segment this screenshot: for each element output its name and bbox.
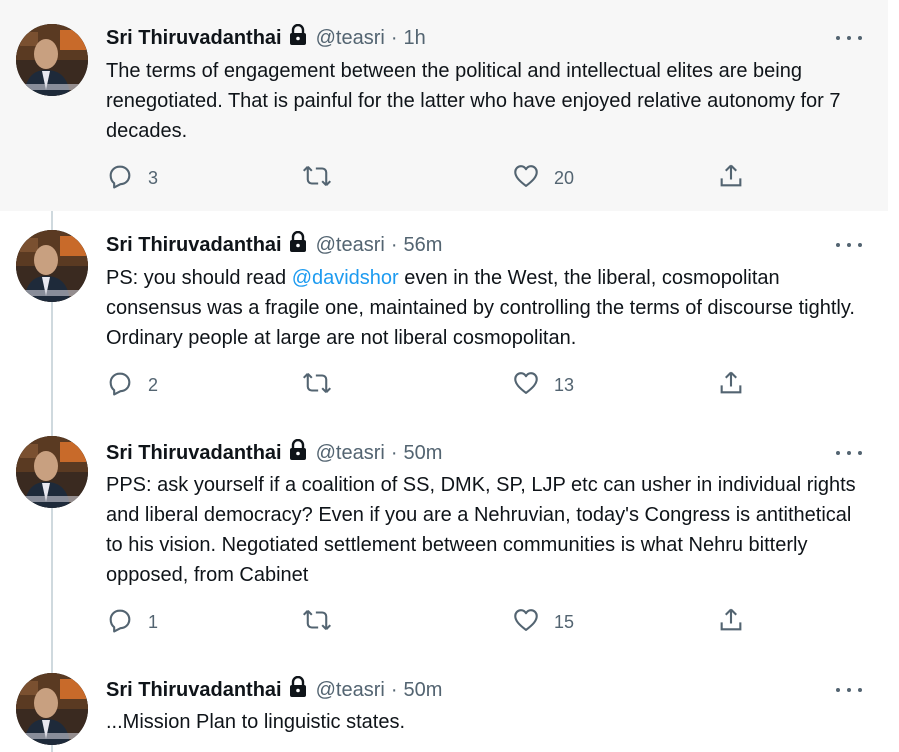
action-bar: 3 20 [106,163,756,193]
tweet[interactable]: Sri Thiruvadanthai @teasri · 50m ...Miss… [0,657,888,752]
separator: · [390,26,398,49]
reply-icon [106,606,134,639]
heart-icon [512,369,540,402]
tweet-text: The terms of engagement between the poli… [106,60,841,142]
tweet-text: PPS: ask yourself if a coalition of SS, … [106,474,856,586]
like-button[interactable]: 15 [512,607,574,637]
retweet-button[interactable] [302,370,332,400]
reply-count: 2 [148,374,159,395]
action-bar: 1 15 [106,607,756,637]
like-count: 13 [554,374,575,395]
tweet[interactable]: Sri Thiruvadanthai @teasri · 50m PPS: as… [0,419,888,657]
reply-icon [106,162,134,195]
timestamp[interactable]: 56m [403,234,442,257]
author-handle[interactable]: @teasri [316,27,385,50]
tweet-header: Sri Thiruvadanthai @teasri · 50m [106,675,442,704]
author-handle[interactable]: @teasri [316,234,385,257]
timestamp[interactable]: 1h [403,27,425,50]
author-name[interactable]: Sri Thiruvadanthai [106,27,282,50]
avatar[interactable] [16,436,88,508]
separator: · [390,233,398,256]
tweet-text-part: PS: you should read [106,267,292,289]
like-button[interactable]: 13 [512,370,574,400]
tweet-text: ...Mission Plan to linguistic states. [106,711,406,733]
share-icon [717,162,745,195]
reply-button[interactable]: 1 [106,607,158,637]
timestamp[interactable]: 50m [403,442,442,465]
tweet-header: Sri Thiruvadanthai @teasri · 50m [106,438,442,467]
lock-icon [288,438,308,467]
share-button[interactable] [717,607,745,637]
tweet[interactable]: Sri Thiruvadanthai @teasri · 1h The term… [0,0,888,211]
retweet-button[interactable] [302,163,332,193]
tweet[interactable]: Sri Thiruvadanthai @teasri · 56m PS: you… [0,211,888,419]
avatar[interactable] [16,230,88,302]
more-icon[interactable] [836,447,862,459]
tweet-header: Sri Thiruvadanthai @teasri · 56m [106,230,442,259]
author-name[interactable]: Sri Thiruvadanthai [106,234,282,257]
like-button[interactable]: 20 [512,163,574,193]
author-name[interactable]: Sri Thiruvadanthai [106,679,282,702]
reply-count: 3 [148,167,159,188]
heart-icon [512,606,540,639]
share-button[interactable] [717,370,745,400]
heart-icon [512,162,540,195]
share-icon [717,606,745,639]
reply-button[interactable]: 3 [106,163,158,193]
avatar[interactable] [16,673,88,745]
mention-link[interactable]: @davidshor [292,267,399,289]
more-icon[interactable] [836,32,862,44]
like-count: 20 [554,167,575,188]
timeline: Sri Thiruvadanthai @teasri · 1h The term… [0,0,888,752]
like-count: 15 [554,611,575,632]
tweet-text: PS: you should read @davidshor even in t… [106,263,866,353]
author-handle[interactable]: @teasri [316,679,385,702]
reply-icon [106,369,134,402]
separator: · [390,678,398,701]
action-bar: 2 13 [106,370,756,400]
reply-button[interactable]: 2 [106,370,158,400]
retweet-icon [302,369,332,402]
more-icon[interactable] [836,239,862,251]
lock-icon [288,675,308,704]
more-icon[interactable] [836,684,862,696]
lock-icon [288,23,308,52]
retweet-icon [302,606,332,639]
tweet-header: Sri Thiruvadanthai @teasri · 1h [106,23,426,52]
share-button[interactable] [717,163,745,193]
timestamp[interactable]: 50m [403,679,442,702]
separator: · [390,441,398,464]
author-handle[interactable]: @teasri [316,442,385,465]
retweet-icon [302,162,332,195]
retweet-button[interactable] [302,607,332,637]
share-icon [717,369,745,402]
avatar[interactable] [16,24,88,96]
reply-count: 1 [148,611,159,632]
lock-icon [288,230,308,259]
author-name[interactable]: Sri Thiruvadanthai [106,442,282,465]
